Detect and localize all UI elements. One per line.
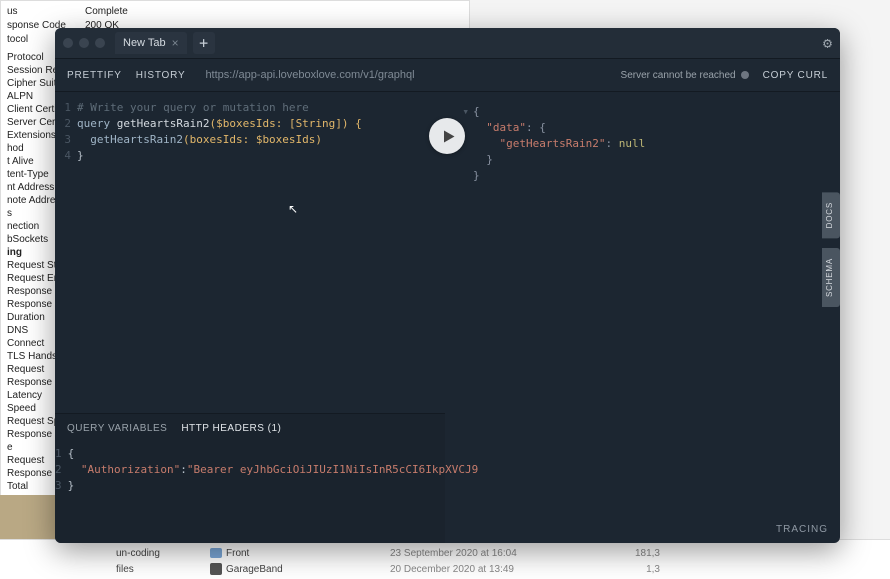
- query-editor[interactable]: 1234 # Write your query or mutation here…: [55, 92, 445, 413]
- status-text: Server cannot be reached: [621, 70, 736, 81]
- line-gutter: 1234: [55, 100, 77, 413]
- vars-panel: QUERY VARIABLES HTTP HEADERS (1) 123 { "…: [55, 413, 445, 543]
- copy-curl-button[interactable]: COPY CURL: [763, 70, 828, 81]
- app-icon: [210, 563, 222, 575]
- toolbar: PRETTIFY HISTORY https://app-api.lovebox…: [55, 58, 840, 92]
- finder-date: 23 September 2020 at 16:04: [390, 548, 600, 559]
- play-button[interactable]: [429, 118, 465, 154]
- titlebar: New Tab × + ⚙: [55, 28, 840, 58]
- docs-tab[interactable]: DOCS: [822, 192, 840, 238]
- tab-label: New Tab: [123, 37, 166, 49]
- finder-name[interactable]: GarageBand: [226, 564, 283, 575]
- finder-col1: files: [0, 564, 200, 575]
- finder-col1: un-coding: [0, 548, 200, 559]
- play-icon: [441, 129, 456, 144]
- tab-query-variables[interactable]: QUERY VARIABLES: [67, 423, 167, 434]
- status-dot-icon: [741, 71, 749, 79]
- headers-editor[interactable]: 123 { "Authorization":"Bearer eyJhbGciOi…: [55, 442, 445, 543]
- graphql-playground-window: New Tab × + ⚙ PRETTIFY HISTORY https://a…: [55, 28, 840, 543]
- close-icon[interactable]: ×: [172, 36, 179, 50]
- finder-date: 20 December 2020 at 13:49: [390, 564, 600, 575]
- add-tab-button[interactable]: +: [193, 32, 215, 54]
- schema-tab[interactable]: SCHEMA: [822, 248, 840, 307]
- tab-http-headers[interactable]: HTTP HEADERS (1): [181, 423, 281, 434]
- prettify-button[interactable]: PRETTIFY: [67, 70, 122, 81]
- server-status: Server cannot be reached: [621, 70, 749, 81]
- finder-size: 1,3: [600, 564, 660, 575]
- url-input[interactable]: https://app-api.loveboxlove.com/v1/graph…: [199, 69, 606, 81]
- history-button[interactable]: HISTORY: [136, 70, 186, 81]
- finder-strip: un-coding Front 23 September 2020 at 16:…: [0, 539, 890, 579]
- query-editor-pane: 1234 # Write your query or mutation here…: [55, 92, 445, 543]
- finder-size: 181,3: [600, 548, 660, 559]
- gear-icon[interactable]: ⚙: [823, 34, 832, 52]
- result-pane: ▾ { "data": { "getHeartsRain2": null } }: [445, 92, 840, 543]
- folder-icon: [210, 548, 222, 558]
- finder-name[interactable]: Front: [226, 548, 249, 559]
- tab-new[interactable]: New Tab ×: [115, 32, 187, 54]
- tracing-button[interactable]: TRACING: [776, 524, 828, 535]
- traffic-lights[interactable]: [63, 38, 105, 48]
